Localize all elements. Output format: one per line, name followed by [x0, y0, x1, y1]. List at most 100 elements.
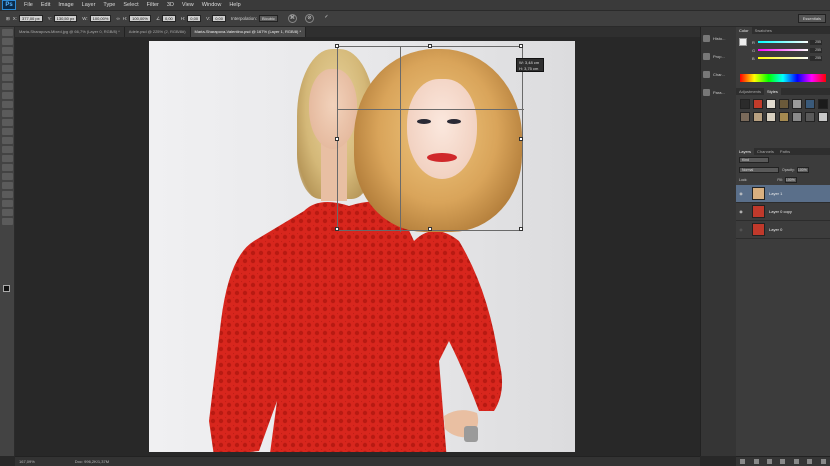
- commit-transform-icon[interactable]: ✓: [322, 14, 331, 23]
- menu-layer[interactable]: Layer: [78, 2, 100, 8]
- w-field[interactable]: 100,00%: [89, 15, 112, 22]
- menu-help[interactable]: Help: [225, 2, 244, 8]
- menu-3d[interactable]: 3D: [163, 2, 178, 8]
- menu-view[interactable]: View: [178, 2, 198, 8]
- path-select-tool-icon[interactable]: [2, 173, 13, 180]
- style-swatch[interactable]: [805, 99, 815, 109]
- style-swatch[interactable]: [753, 99, 763, 109]
- opacity-field[interactable]: 100%: [796, 167, 809, 173]
- style-swatch[interactable]: [766, 99, 776, 109]
- dodge-tool-icon[interactable]: [2, 146, 13, 153]
- zoom-tool-icon[interactable]: [2, 200, 13, 207]
- warp-icon[interactable]: ⌘: [287, 14, 297, 23]
- free-transform-box[interactable]: [335, 44, 524, 232]
- eyedropper-tool-icon[interactable]: [2, 74, 13, 81]
- style-swatch[interactable]: [818, 112, 828, 122]
- fx-icon[interactable]: [753, 459, 759, 464]
- canvas-area[interactable]: W: 3,48 cm H: 3,75 cm: [15, 37, 700, 456]
- blend-mode-select[interactable]: Normal: [739, 167, 779, 173]
- style-swatch[interactable]: [792, 99, 802, 109]
- x-field[interactable]: 377,00 px: [19, 15, 43, 22]
- tab-channels[interactable]: Channels: [754, 148, 777, 155]
- tab-swatches[interactable]: Swatches: [752, 27, 775, 34]
- eye-icon[interactable]: ◉: [738, 191, 744, 196]
- link-icon[interactable]: ∞: [116, 16, 119, 21]
- fill-field[interactable]: 100%: [784, 177, 797, 183]
- tab-layers[interactable]: Layers: [736, 148, 755, 155]
- brush-tool-icon[interactable]: [2, 92, 13, 99]
- menu-edit[interactable]: Edit: [37, 2, 54, 8]
- style-swatch[interactable]: [766, 112, 776, 122]
- new-layer-icon[interactable]: [807, 459, 813, 464]
- transform-handle-bottom-right[interactable]: [519, 227, 523, 231]
- cancel-transform-icon[interactable]: ⊘: [304, 14, 314, 23]
- 3d-tool-icon[interactable]: [2, 209, 13, 216]
- style-swatch[interactable]: [753, 112, 763, 122]
- menu-image[interactable]: Image: [54, 2, 77, 8]
- blue-slider[interactable]: B 255: [752, 54, 830, 62]
- history-brush-tool-icon[interactable]: [2, 110, 13, 117]
- style-swatch[interactable]: [779, 112, 789, 122]
- layer-row-layer-0[interactable]: ◉ Layer 0: [736, 221, 830, 239]
- transform-handle-top-left[interactable]: [335, 44, 339, 48]
- hand-tool-icon[interactable]: [2, 191, 13, 198]
- transform-handle-top[interactable]: [428, 44, 432, 48]
- transform-handle-bottom[interactable]: [428, 227, 432, 231]
- style-swatch[interactable]: [805, 112, 815, 122]
- workspace-switcher[interactable]: Essentials: [797, 14, 826, 23]
- layer-filter-kind[interactable]: Kind: [739, 157, 769, 163]
- blur-tool-icon[interactable]: [2, 137, 13, 144]
- dock-character[interactable]: Char...: [703, 67, 734, 81]
- eye-icon[interactable]: ◉: [738, 209, 744, 214]
- zoom-level[interactable]: 167,09%: [19, 459, 35, 464]
- style-swatch[interactable]: [779, 99, 789, 109]
- tab-styles[interactable]: Styles: [764, 88, 781, 95]
- style-swatch[interactable]: [740, 112, 750, 122]
- transform-handle-top-right[interactable]: [519, 44, 523, 48]
- dock-histogram[interactable]: Histo...: [703, 31, 734, 45]
- angle-field[interactable]: 0,00: [162, 15, 176, 22]
- interpolation-select[interactable]: Bicubic: [259, 15, 278, 22]
- color-panel-swatch[interactable]: [739, 38, 747, 46]
- red-slider[interactable]: R 255: [752, 38, 830, 46]
- h-skew-field[interactable]: 0,00: [187, 15, 202, 22]
- eraser-tool-icon[interactable]: [2, 119, 13, 126]
- menu-filter[interactable]: Filter: [143, 2, 163, 8]
- h-field[interactable]: 100,00%: [129, 15, 151, 22]
- tab-adjustments[interactable]: Adjustments: [736, 88, 764, 95]
- mask-icon[interactable]: [767, 459, 773, 464]
- tab-adele[interactable]: Adele.psd @ 225% (2, RGB/8#): [124, 27, 191, 37]
- dock-properties[interactable]: Prop...: [703, 49, 734, 63]
- layer-row-layer-1[interactable]: ◉ Layer 1: [736, 185, 830, 203]
- healing-tool-icon[interactable]: [2, 83, 13, 90]
- foreground-color-swatch[interactable]: [3, 285, 10, 292]
- trash-icon[interactable]: [820, 459, 826, 464]
- pen-tool-icon[interactable]: [2, 155, 13, 162]
- marquee-tool-icon[interactable]: [2, 38, 13, 45]
- move-tool-icon[interactable]: [2, 29, 13, 36]
- v-skew-field[interactable]: 0,00: [212, 15, 226, 22]
- transform-handle-right[interactable]: [519, 137, 523, 141]
- transform-handle-bottom-left[interactable]: [335, 227, 339, 231]
- tab-maria-mixed[interactable]: Maria-Sharapova-Mixed.jpg @ 66,7% (Layer…: [15, 27, 125, 37]
- menu-file[interactable]: File: [20, 2, 37, 8]
- menu-type[interactable]: Type: [99, 2, 119, 8]
- tab-maria-valentino[interactable]: Maria-Sharapova-Valentino.psd @ 167% (La…: [190, 27, 307, 37]
- style-swatch[interactable]: [818, 99, 828, 109]
- green-slider[interactable]: G 255: [752, 46, 830, 54]
- crop-tool-icon[interactable]: [2, 65, 13, 72]
- layer-row-layer-0-copy[interactable]: ◉ Layer 0 copy: [736, 203, 830, 221]
- style-swatch[interactable]: [792, 112, 802, 122]
- clone-stamp-tool-icon[interactable]: [2, 101, 13, 108]
- folder-icon[interactable]: [793, 459, 799, 464]
- transform-handle-left[interactable]: [335, 137, 339, 141]
- link-layers-icon[interactable]: [740, 459, 746, 464]
- y-field[interactable]: 130,50 px: [53, 15, 78, 22]
- style-swatch[interactable]: [740, 99, 750, 109]
- eye-icon[interactable]: ◉: [738, 227, 744, 232]
- gradient-tool-icon[interactable]: [2, 128, 13, 135]
- lasso-tool-icon[interactable]: [2, 47, 13, 54]
- adjustment-icon[interactable]: [780, 459, 786, 464]
- color-spectrum[interactable]: [740, 74, 826, 82]
- extra-tool-icon[interactable]: [2, 218, 13, 225]
